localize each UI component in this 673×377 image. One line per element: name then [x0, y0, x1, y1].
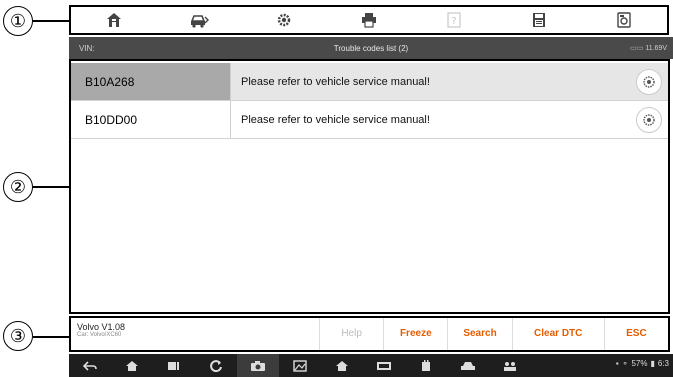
tablet-screen: ? VIN: Trouble codes list (2) ▭▭ 11.69V …: [69, 5, 673, 377]
wifi-icon: ⚬: [621, 359, 629, 368]
notification-icon: ▪: [615, 359, 619, 368]
freeze-button[interactable]: Freeze: [383, 318, 447, 350]
top-toolbar: ?: [69, 5, 669, 35]
software-version: Volvo V1.08: [77, 322, 126, 332]
trouble-code-list: B10A268 Please refer to vehicle service …: [69, 59, 670, 314]
info-bar: VIN: Trouble codes list (2) ▭▭ 11.69V: [69, 37, 673, 59]
callout-3: ③: [3, 321, 33, 351]
dtc-description: Please refer to vehicle service manual!: [231, 63, 636, 100]
recent-apps-icon[interactable]: [153, 354, 195, 377]
help-icon[interactable]: ?: [434, 7, 474, 33]
print-icon[interactable]: [349, 7, 389, 33]
callout-2: ②: [3, 172, 33, 202]
battery-voltage: ▭▭ 11.69V: [630, 44, 667, 52]
table-row[interactable]: B10A268 Please refer to vehicle service …: [71, 63, 668, 101]
data-logging-icon[interactable]: [604, 7, 644, 33]
save-icon[interactable]: [519, 7, 559, 33]
page-title: Trouble codes list (2): [333, 43, 409, 53]
voltage-value: 11.69V: [645, 45, 667, 52]
function-bar: Volvo V1.08 Car: Volvo/XC60 Help Freeze …: [69, 316, 670, 352]
car-battery-icon: ▭▭: [630, 45, 644, 52]
clear-dtc-button[interactable]: Clear DTC: [511, 318, 604, 350]
status-area: ▪ ⚬ 57% ▮ 6:3: [616, 359, 669, 368]
dtc-code: B10DD00: [71, 101, 231, 138]
car-icon[interactable]: [447, 354, 489, 377]
diagnostics-home-icon[interactable]: [321, 354, 363, 377]
camera-icon[interactable]: [237, 354, 279, 377]
search-web-icon[interactable]: [636, 68, 662, 95]
gallery-icon[interactable]: [279, 354, 321, 377]
svg-text:?: ?: [451, 16, 456, 27]
callout-1: ①: [3, 6, 33, 36]
table-row[interactable]: B10DD00 Please refer to vehicle service …: [71, 101, 668, 139]
battery-percent: 57%: [631, 359, 648, 368]
leader-line-2: [33, 186, 69, 188]
home-icon[interactable]: [111, 354, 153, 377]
vehicle-info: Volvo V1.08 Car: Volvo/XC60: [71, 318, 319, 350]
refresh-icon[interactable]: [195, 354, 237, 377]
leader-line-3: [33, 336, 69, 338]
connector-icon[interactable]: [405, 354, 447, 377]
settings-icon[interactable]: [264, 7, 304, 33]
vehicle-model: Car: Volvo/XC60: [77, 332, 122, 338]
battery-icon: ▮: [650, 359, 655, 368]
dtc-code: B10A268: [71, 63, 231, 100]
vehicle-swap-icon[interactable]: [179, 7, 219, 33]
back-icon[interactable]: [69, 354, 111, 377]
search-button[interactable]: Search: [447, 318, 511, 350]
vci-icon[interactable]: [363, 354, 405, 377]
leader-line-1: [33, 20, 69, 22]
dtc-description: Please refer to vehicle service manual!: [241, 113, 430, 126]
system-nav-bar: ▪ ⚬ 57% ▮ 6:3: [69, 354, 673, 377]
help-button[interactable]: Help: [319, 318, 383, 350]
remote-support-icon[interactable]: [489, 354, 531, 377]
search-web-icon[interactable]: [636, 106, 662, 133]
clock: 6:3: [657, 359, 669, 368]
esc-button[interactable]: ESC: [603, 318, 668, 350]
home-icon[interactable]: [94, 7, 134, 33]
